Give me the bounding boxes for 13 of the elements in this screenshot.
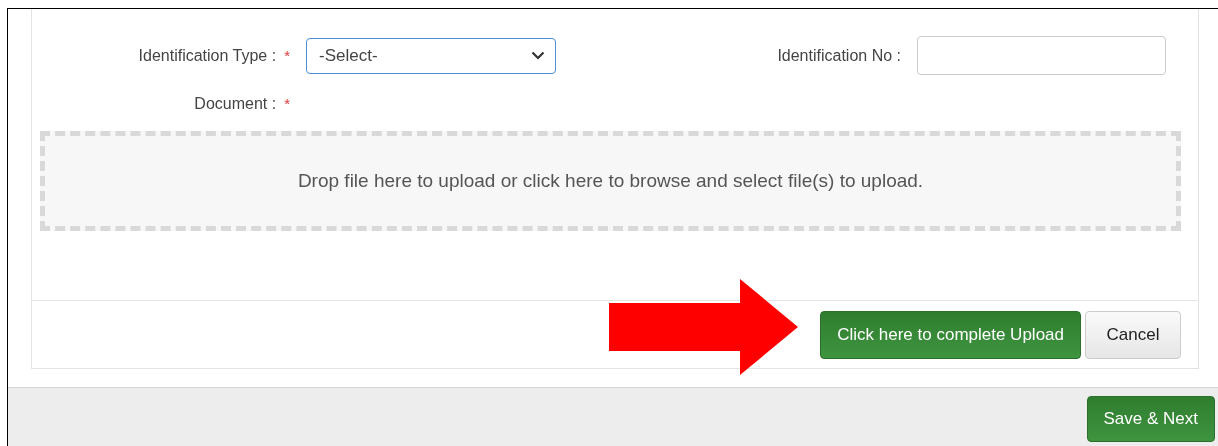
chevron-down-icon: [531, 51, 545, 60]
field-label: Identification Type :: [138, 46, 277, 65]
field-label: Document :: [194, 95, 277, 113]
action-button[interactable]: Save & Next: [1086, 396, 1215, 442]
action-button[interactable]: Cancel: [1085, 310, 1181, 359]
input-field[interactable]: [917, 36, 1166, 75]
required-mark: *: [284, 95, 290, 113]
drop-zone-text: Drop file here to upload or click here to browse and select file(s) to upload.: [297, 170, 924, 192]
select-field[interactable]: -Select-: [306, 37, 556, 74]
file-drop-zone[interactable]: Drop file here to upload or click here to browse and select file(s) to upload.: [40, 131, 1181, 231]
required-mark: *: [284, 46, 290, 65]
action-button[interactable]: Click here to complete Upload: [820, 310, 1081, 359]
field-label: Identification No :: [777, 46, 901, 65]
